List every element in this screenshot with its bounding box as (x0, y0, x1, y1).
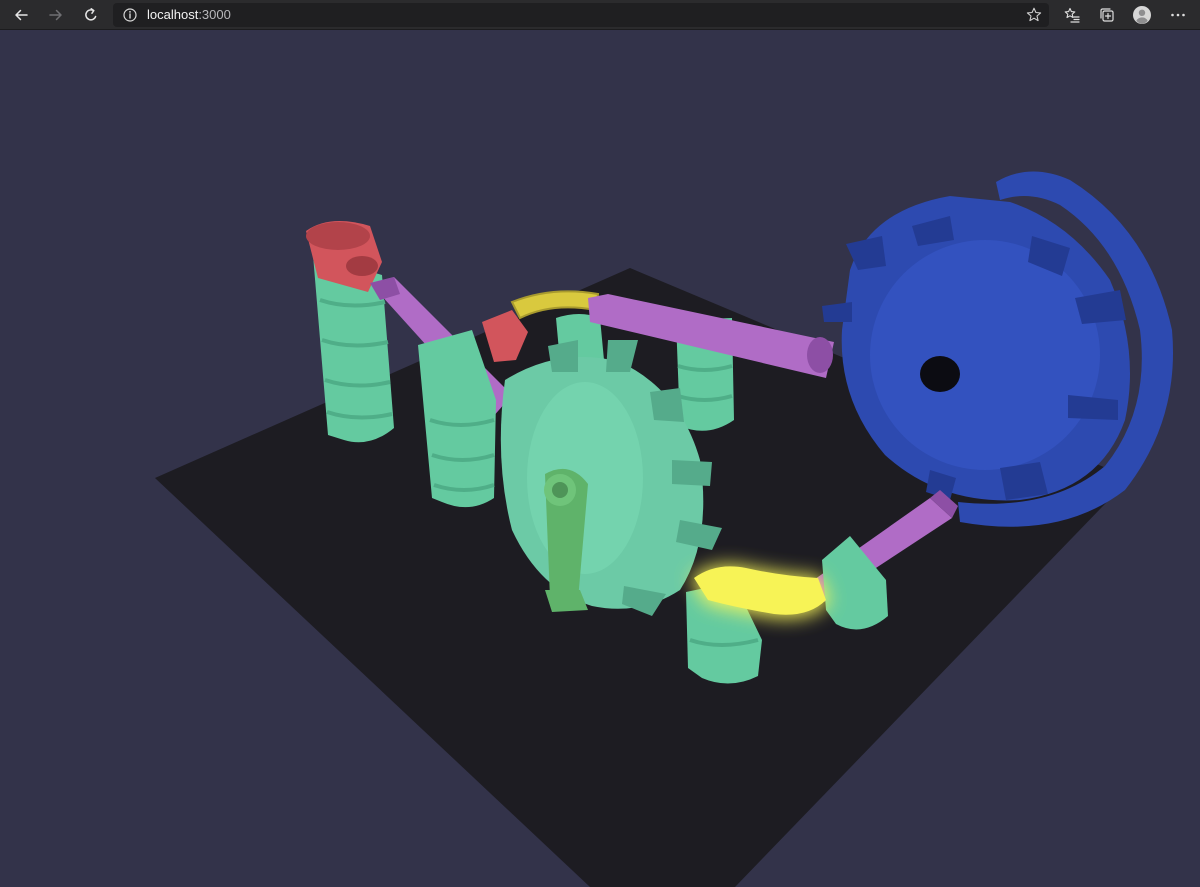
reload-icon (83, 7, 99, 23)
url-host: localhost (147, 7, 199, 22)
favorites-icon (1063, 6, 1081, 24)
profile-button[interactable] (1130, 3, 1154, 27)
reload-button[interactable] (79, 3, 103, 27)
url-port: :3000 (198, 7, 231, 22)
more-icon (1169, 6, 1187, 24)
favorites-button[interactable] (1060, 3, 1084, 27)
browser-toolbar: localhost:3000 (0, 0, 1200, 30)
back-button[interactable] (9, 3, 33, 27)
blue-gear-axle (920, 356, 960, 392)
info-icon[interactable] (122, 7, 138, 28)
url-text[interactable]: localhost:3000 (147, 7, 231, 23)
3d-viewport[interactable] (0, 30, 1200, 887)
address-bar[interactable]: localhost:3000 (113, 3, 1049, 27)
marble-machine-scene (155, 171, 1174, 887)
arrow-left-icon (13, 7, 29, 23)
menu-button[interactable] (1166, 3, 1190, 27)
collections-icon (1098, 6, 1116, 24)
forward-button[interactable] (44, 3, 68, 27)
star-icon[interactable] (1025, 6, 1043, 29)
collections-button[interactable] (1095, 3, 1119, 27)
arrow-right-icon (48, 7, 64, 23)
profile-icon (1132, 5, 1152, 25)
